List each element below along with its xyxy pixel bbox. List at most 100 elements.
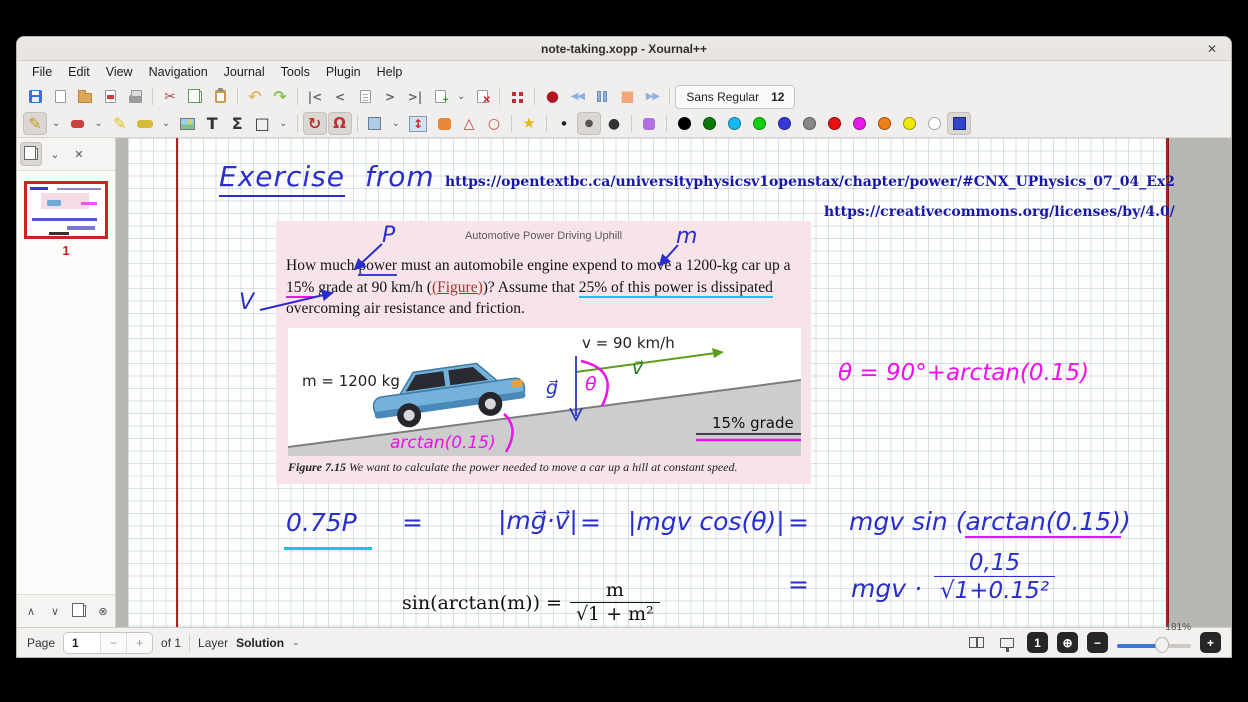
forward-button[interactable]: ▶▶ bbox=[640, 85, 664, 108]
previous-page-nav-button[interactable]: ∧ bbox=[20, 599, 42, 623]
ruler-options-chevron[interactable]: ⌄ bbox=[158, 112, 174, 135]
stop-button[interactable]: ■ bbox=[615, 85, 639, 108]
first-page-button[interactable]: |< bbox=[303, 85, 327, 108]
figure-link[interactable]: (Figure) bbox=[432, 279, 483, 296]
open-button[interactable] bbox=[73, 85, 97, 108]
shape-options-chevron[interactable]: ⌄ bbox=[275, 112, 291, 135]
text-tool-button[interactable]: T bbox=[200, 112, 224, 135]
shading-button[interactable] bbox=[637, 112, 661, 135]
previous-page-button[interactable]: < bbox=[328, 85, 352, 108]
color-cyan[interactable] bbox=[722, 112, 746, 135]
color-yellow[interactable] bbox=[897, 112, 921, 135]
menu-file[interactable]: File bbox=[25, 63, 59, 81]
next-page-button[interactable]: > bbox=[378, 85, 402, 108]
preview-pages-button[interactable] bbox=[20, 142, 42, 166]
layer-selector[interactable]: Solution bbox=[236, 636, 284, 650]
add-page-button[interactable]: + bbox=[428, 85, 452, 108]
last-page-button[interactable]: >| bbox=[403, 85, 427, 108]
export-pdf-button[interactable] bbox=[98, 85, 122, 108]
grid-snap-button[interactable]: Ω bbox=[328, 112, 352, 135]
delete-page-button[interactable]: ✕ bbox=[470, 85, 494, 108]
setsquare-tool-button[interactable]: △ bbox=[457, 112, 481, 135]
license-url-link[interactable]: https://creativecommons.org/licenses/by/… bbox=[824, 204, 1175, 220]
color-dark-green[interactable] bbox=[697, 112, 721, 135]
color-green[interactable] bbox=[747, 112, 771, 135]
source-url-link[interactable]: https://opentextbc.ca/universityphysicsv… bbox=[445, 174, 1175, 190]
next-page-nav-button[interactable]: ∨ bbox=[44, 599, 66, 623]
pen-tool-button[interactable]: ✎ bbox=[23, 112, 47, 135]
menu-journal[interactable]: Journal bbox=[217, 63, 272, 81]
zoom-in-button[interactable]: + bbox=[1200, 632, 1221, 653]
save-button[interactable] bbox=[23, 85, 47, 108]
duplicate-page-button[interactable] bbox=[68, 599, 90, 623]
close-window-button[interactable]: ✕ bbox=[1203, 40, 1221, 58]
zoom-fit-button[interactable]: ⊕ bbox=[1057, 632, 1078, 653]
color-black[interactable] bbox=[672, 112, 696, 135]
select-region-button[interactable] bbox=[363, 112, 387, 135]
color-chooser-button[interactable] bbox=[947, 112, 971, 135]
color-orange[interactable] bbox=[872, 112, 896, 135]
zoom-slider[interactable]: 181% bbox=[1117, 631, 1191, 655]
line-medium-button[interactable]: ● bbox=[577, 112, 601, 135]
math-tex-button[interactable]: Σ bbox=[225, 112, 249, 135]
record-button[interactable]: ● bbox=[540, 85, 564, 108]
eq1-term3-post: ) bbox=[1121, 507, 1131, 536]
ruler-tool-button[interactable] bbox=[133, 112, 157, 135]
sidebar-close-button[interactable]: ✕ bbox=[68, 142, 90, 166]
hand-tool-button[interactable] bbox=[432, 112, 456, 135]
print-button[interactable] bbox=[123, 85, 147, 108]
paste-button[interactable] bbox=[208, 85, 232, 108]
eraser-tool-button[interactable] bbox=[65, 112, 89, 135]
highlighter-tool-button[interactable]: ✎ bbox=[108, 112, 132, 135]
new-document-button[interactable] bbox=[48, 85, 72, 108]
font-button[interactable]: Sans Regular12 bbox=[675, 85, 795, 109]
layer-chevron-icon[interactable]: ⌄ bbox=[292, 637, 300, 648]
stylus-highlight-button[interactable]: ★ bbox=[517, 112, 541, 135]
insert-image-button[interactable] bbox=[175, 112, 199, 135]
menu-help[interactable]: Help bbox=[370, 63, 410, 81]
page-number-input[interactable] bbox=[64, 633, 100, 653]
compass-tool-button[interactable]: ○ bbox=[482, 112, 506, 135]
undo-button[interactable]: ↶ bbox=[243, 85, 267, 108]
pages-icon bbox=[28, 148, 38, 160]
window-title: note-taking.xopp - Xournal++ bbox=[541, 42, 707, 56]
page-preview-button[interactable] bbox=[353, 85, 377, 108]
menu-tools[interactable]: Tools bbox=[274, 63, 317, 81]
color-white[interactable] bbox=[922, 112, 946, 135]
add-page-options-chevron[interactable]: ⌄ bbox=[453, 85, 469, 108]
menu-edit[interactable]: Edit bbox=[61, 63, 97, 81]
page-thumbnail[interactable] bbox=[24, 181, 108, 239]
titlebar[interactable]: note-taking.xopp - Xournal++ ✕ bbox=[17, 37, 1231, 61]
select-options-chevron[interactable]: ⌄ bbox=[388, 112, 404, 135]
color-magenta[interactable] bbox=[847, 112, 871, 135]
pen-options-chevron[interactable]: ⌄ bbox=[48, 112, 64, 135]
document-canvas[interactable]: Exercise from https://opentextbc.ca/univ… bbox=[116, 138, 1231, 627]
menu-plugin[interactable]: Plugin bbox=[319, 63, 368, 81]
page-decrement-button[interactable]: − bbox=[100, 633, 126, 653]
zoom-slider-thumb[interactable] bbox=[1155, 637, 1169, 653]
line-fine-button[interactable]: ● bbox=[552, 112, 576, 135]
zoom-out-button[interactable]: − bbox=[1087, 632, 1108, 653]
color-red[interactable] bbox=[822, 112, 846, 135]
color-gray[interactable] bbox=[797, 112, 821, 135]
line-thick-button[interactable]: ● bbox=[602, 112, 626, 135]
dual-page-view-button[interactable] bbox=[965, 631, 987, 655]
rewind-button[interactable]: ◀◀ bbox=[565, 85, 589, 108]
shape-tool-button[interactable]: □ bbox=[250, 112, 274, 135]
menu-view[interactable]: View bbox=[99, 63, 140, 81]
zoom-100-button[interactable]: 1 bbox=[1027, 632, 1048, 653]
sidebar-chevron-button[interactable]: ⌄ bbox=[44, 142, 66, 166]
delete-page-sidebar-button[interactable]: ⊗ bbox=[92, 599, 114, 623]
eraser-options-chevron[interactable]: ⌄ bbox=[90, 112, 106, 135]
presentation-mode-button[interactable] bbox=[996, 631, 1018, 655]
color-blue[interactable] bbox=[772, 112, 796, 135]
rotation-snap-button[interactable]: ↻ bbox=[303, 112, 327, 135]
menu-navigation[interactable]: Navigation bbox=[142, 63, 215, 81]
pause-button[interactable] bbox=[590, 85, 614, 108]
fullscreen-button[interactable] bbox=[505, 85, 529, 108]
page-increment-button[interactable]: + bbox=[126, 633, 152, 653]
vertical-space-button[interactable]: ↕ bbox=[405, 112, 431, 135]
copy-button[interactable] bbox=[183, 85, 207, 108]
cut-button[interactable]: ✂ bbox=[158, 85, 182, 108]
redo-button[interactable]: ↷ bbox=[268, 85, 292, 108]
